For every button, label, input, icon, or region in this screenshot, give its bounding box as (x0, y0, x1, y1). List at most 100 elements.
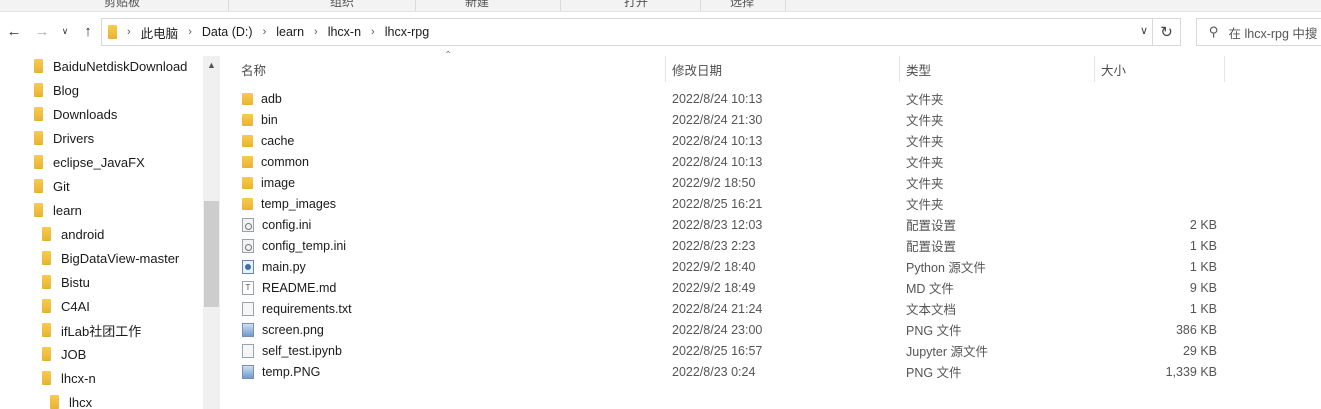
folder-icon (34, 83, 43, 97)
sidebar-item[interactable]: ifLab社团工作 (42, 318, 141, 342)
breadcrumb-this-pc[interactable]: 此电脑 (141, 23, 179, 42)
chevron-right-icon[interactable]: › (371, 26, 375, 38)
file-name-cell[interactable]: image (242, 172, 295, 193)
up-button[interactable]: ↑ (77, 18, 99, 44)
file-row[interactable]: common 2022/8/24 10:13 文件夹 (232, 151, 1232, 172)
sidebar-item-label: ifLab社团工作 (61, 323, 142, 339)
file-name-cell[interactable]: config.ini (242, 214, 311, 235)
recent-locations-button[interactable]: ∨ (57, 18, 73, 44)
column-header-type[interactable]: 类型 (906, 56, 1086, 82)
back-button[interactable]: ← (3, 18, 25, 44)
file-row[interactable]: config.ini 2022/8/23 12:03 配置设置 2 KB (232, 214, 1232, 235)
file-size (1112, 88, 1217, 109)
sidebar-item[interactable]: Blog (34, 78, 79, 102)
file-name-cell[interactable]: main.py (242, 256, 306, 277)
file-name-cell[interactable]: screen.png (242, 319, 324, 340)
sidebar-item[interactable]: Drivers (34, 126, 94, 150)
sidebar-item[interactable]: eclipse_JavaFX (34, 150, 145, 174)
scrollbar-thumb[interactable] (204, 201, 219, 307)
chevron-right-icon[interactable]: › (314, 26, 318, 38)
file-row[interactable]: screen.png 2022/8/24 23:00 PNG 文件 386 KB (232, 319, 1232, 340)
file-name-cell[interactable]: common (242, 151, 309, 172)
file-row[interactable]: image 2022/9/2 18:50 文件夹 (232, 172, 1232, 193)
sidebar-item[interactable]: Downloads (34, 102, 117, 126)
file-type: MD 文件 (906, 282, 954, 296)
file-row[interactable]: self_test.ipynb 2022/8/25 16:57 Jupyter 源文… (232, 340, 1232, 361)
navigation-pane: BaiduNetdiskDownload Blog Downloads Drivers… (0, 56, 220, 409)
chevron-right-icon[interactable]: › (188, 26, 192, 38)
forward-button[interactable]: → (31, 18, 53, 44)
file-size: 1 KB (1189, 238, 1217, 253)
file-row[interactable]: cache 2022/8/24 10:13 文件夹 (232, 130, 1232, 151)
chevron-down-icon: ∨ (61, 25, 69, 36)
sidebar-item[interactable]: BaiduNetdiskDownload (34, 56, 187, 78)
text-file-icon: T (242, 280, 254, 295)
sidebar-item[interactable]: JOB (42, 342, 86, 366)
file-row[interactable]: bin 2022/8/24 21:30 文件夹 (232, 109, 1232, 130)
sidebar-item-label: Blog (53, 82, 80, 98)
file-type: PNG 文件 (906, 324, 962, 338)
file-type: Python 源文件 (906, 261, 986, 275)
chevron-right-icon[interactable]: › (127, 26, 131, 38)
ribbon-divider (228, 0, 229, 11)
folder-icon (50, 395, 59, 409)
breadcrumb-lhcx-rpg[interactable]: lhcx-rpg (385, 25, 429, 39)
breadcrumb-lhcx-n[interactable]: lhcx-n (328, 25, 361, 39)
scroll-up-icon[interactable]: ▲ (203, 56, 220, 73)
folder-icon (42, 227, 51, 241)
sidebar-item[interactable]: C4AI (42, 294, 90, 318)
file-name-cell[interactable]: requirements.txt (242, 298, 352, 319)
breadcrumb-drive[interactable]: Data (D:) (202, 25, 253, 39)
file-row[interactable]: adb 2022/8/24 10:13 文件夹 (232, 88, 1232, 109)
column-header-size[interactable]: 大小 (1101, 56, 1211, 82)
file-name-cell[interactable]: cache (242, 130, 294, 151)
file-name-cell[interactable]: temp.PNG (242, 361, 320, 382)
file-type: 配置设置 (906, 240, 957, 254)
column-header-name[interactable]: 名称 (241, 56, 661, 82)
file-row[interactable]: requirements.txt 2022/8/24 21:24 文本文档 1 KB (232, 298, 1232, 319)
search-input[interactable]: ⚲ 在 lhcx-rpg 中搜 (1196, 18, 1321, 46)
sidebar-item[interactable]: lhcx (50, 390, 92, 409)
sidebar-item[interactable]: android (42, 222, 104, 246)
refresh-button[interactable]: ↻ (1153, 18, 1181, 46)
file-name-cell[interactable]: bin (242, 109, 278, 130)
sidebar-item-label: android (61, 226, 105, 242)
column-divider[interactable] (899, 56, 900, 82)
file-row[interactable]: temp.PNG 2022/8/23 0:24 PNG 文件 1,339 KB (232, 361, 1232, 382)
file-name-cell[interactable]: adb (242, 88, 282, 109)
ribbon-divider (560, 0, 561, 11)
file-name-cell[interactable]: config_temp.ini (242, 235, 346, 256)
column-divider[interactable] (1094, 56, 1095, 82)
search-placeholder: 在 lhcx-rpg 中搜 (1228, 26, 1318, 41)
file-row[interactable]: config_temp.ini 2022/8/23 2:23 配置设置 1 KB (232, 235, 1232, 256)
file-size (1112, 193, 1217, 214)
file-name: adb (261, 91, 282, 106)
file-modified-date: 2022/8/24 10:13 (672, 91, 763, 106)
column-header-date[interactable]: 修改日期 (672, 56, 892, 82)
file-name-cell[interactable]: T README.md (242, 277, 336, 298)
sidebar-item[interactable]: BigDataView-master (42, 246, 179, 270)
ribbon-group-select: 选择 (730, 0, 755, 9)
address-bar[interactable]: › 此电脑 › Data (D:) › learn › lhcx-n › lhc… (101, 18, 1153, 46)
breadcrumb-learn[interactable]: learn (276, 25, 304, 39)
search-icon: ⚲ (1209, 24, 1219, 39)
file-row[interactable]: temp_images 2022/8/25 16:21 文件夹 (232, 193, 1232, 214)
file-name: config.ini (262, 217, 312, 232)
file-name-cell[interactable]: self_test.ipynb (242, 340, 342, 361)
file-row[interactable]: main.py 2022/9/2 18:40 Python 源文件 1 KB (232, 256, 1232, 277)
column-divider[interactable] (665, 56, 666, 82)
sidebar-item[interactable]: learn (34, 198, 82, 222)
sidebar-item[interactable]: Git (34, 174, 70, 198)
column-divider[interactable] (1224, 56, 1225, 82)
file-name: cache (261, 133, 295, 148)
sidebar-item-label: lhcx-n (61, 370, 96, 386)
file-row[interactable]: T README.md 2022/9/2 18:49 MD 文件 9 KB (232, 277, 1232, 298)
file-modified-date: 2022/8/24 21:30 (672, 112, 763, 127)
chevron-down-icon[interactable]: ∨ (1140, 24, 1148, 37)
sidebar-item[interactable]: Bistu (42, 270, 90, 294)
file-name-cell[interactable]: temp_images (242, 193, 336, 214)
sidebar-item[interactable]: lhcx-n (42, 366, 96, 390)
file-type: 文件夹 (906, 156, 944, 170)
sidebar-scrollbar[interactable]: ▲ (203, 56, 220, 409)
chevron-right-icon[interactable]: › (263, 26, 267, 38)
